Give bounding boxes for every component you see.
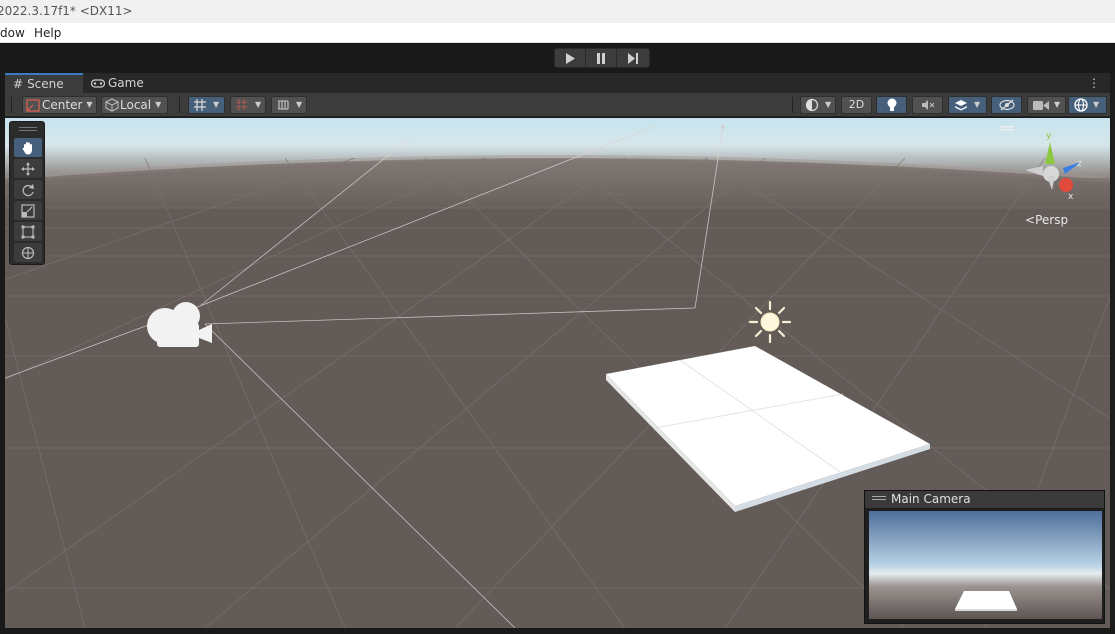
camera-preview-title: Main Camera xyxy=(891,492,971,506)
move-icon xyxy=(21,161,35,176)
directional-light-icon xyxy=(748,300,792,344)
move-tool-button[interactable] xyxy=(14,159,42,178)
gizmos-dropdown[interactable]: ▼ xyxy=(1068,96,1107,114)
hand-icon xyxy=(22,141,32,154)
menu-bar: dow Help xyxy=(0,23,1115,43)
lightbulb-icon xyxy=(887,98,896,111)
pivot-mode-label: Center xyxy=(42,98,83,112)
status-bar xyxy=(0,628,1115,634)
gizmo-x-label: x xyxy=(1068,192,1074,202)
chevron-down-icon: ▼ xyxy=(825,100,832,109)
rect-tool-button[interactable] xyxy=(14,222,42,241)
chevron-down-icon: ▼ xyxy=(255,100,262,109)
pivot-rotation-label: Local xyxy=(120,98,152,112)
pause-button[interactable] xyxy=(586,49,617,67)
more-options-icon[interactable]: ⋮ xyxy=(1088,76,1100,90)
2d-mode-toggle[interactable]: 2D xyxy=(841,96,872,114)
tab-scene[interactable]: # Scene xyxy=(5,73,83,93)
window-edge xyxy=(1110,73,1115,628)
draw-mode-dropdown[interactable]: ▼ xyxy=(800,96,836,114)
eye-slash-icon xyxy=(998,99,1015,111)
cube-icon xyxy=(105,98,119,112)
chevron-down-icon: ▼ xyxy=(86,100,93,109)
snap-increment-dropdown[interactable]: ▼ xyxy=(230,96,266,114)
camera-preview-overlay[interactable]: Main Camera xyxy=(864,490,1105,624)
shading-mode-icon xyxy=(805,98,819,112)
grid-icon: # xyxy=(13,77,24,91)
step-button[interactable] xyxy=(617,49,648,67)
tab-scene-label: Scene xyxy=(27,77,64,91)
grid-visibility-toggle[interactable]: ▼ xyxy=(188,96,225,114)
pivot-center-icon xyxy=(26,98,40,112)
gizmo-y-label: y xyxy=(1046,131,1052,141)
video-camera-icon xyxy=(1033,100,1049,110)
rect-transform-icon xyxy=(21,225,35,238)
scene-toolbar: Center ▼ Local ▼ ▼ ▼ ▼ ▼ 2D ▼ ▼ ▼ xyxy=(5,93,1110,117)
audio-mute-icon xyxy=(921,100,934,110)
menu-item-window[interactable]: dow xyxy=(0,23,25,43)
effects-layers-icon xyxy=(955,99,967,110)
panel-grip xyxy=(19,130,37,131)
projection-toggle[interactable]: <Persp xyxy=(1025,213,1068,227)
rotate-icon xyxy=(22,183,34,196)
pause-icon xyxy=(597,52,605,64)
plane-preview xyxy=(955,591,1017,609)
globe-gizmo-icon xyxy=(1074,98,1088,112)
scale-tool-button[interactable] xyxy=(14,201,42,220)
chevron-down-icon: ▼ xyxy=(296,100,303,109)
panel-grip xyxy=(19,127,37,128)
hidden-objects-toggle[interactable] xyxy=(991,96,1022,114)
grid-snapping-dropdown[interactable]: ▼ xyxy=(271,96,307,114)
window-title: 2022.3.17f1* <DX11> xyxy=(0,4,133,18)
chevron-down-icon: ▼ xyxy=(974,100,981,109)
lighting-toggle[interactable] xyxy=(876,96,907,114)
chevron-down-icon: ▼ xyxy=(155,100,162,109)
grip-icon xyxy=(872,496,886,497)
playmode-controls xyxy=(554,48,650,68)
effects-dropdown[interactable]: ▼ xyxy=(948,96,987,114)
toolbar-separator xyxy=(792,97,793,113)
menu-item-help[interactable]: Help xyxy=(34,23,61,43)
toolbar-grip xyxy=(11,97,12,113)
camera-settings-dropdown[interactable]: ▼ xyxy=(1027,96,1066,114)
play-icon xyxy=(566,52,575,64)
gamepad-icon xyxy=(90,74,106,94)
audio-toggle[interactable] xyxy=(912,96,943,114)
pivot-mode-dropdown[interactable]: Center ▼ xyxy=(22,96,97,114)
play-button[interactable] xyxy=(555,49,586,67)
scene-tab-bar: # Scene Game ⋮ xyxy=(5,73,1110,93)
projection-label: Persp xyxy=(1035,213,1069,227)
chevron-down-icon: ▼ xyxy=(1054,100,1061,109)
chevron-left-icon: < xyxy=(1025,213,1036,227)
window-titlebar: 2022.3.17f1* <DX11> xyxy=(0,0,1115,23)
gizmo-z-label: z xyxy=(1077,159,1082,169)
transform-tool-button[interactable] xyxy=(14,243,42,262)
transform-tools-panel xyxy=(9,121,45,265)
tab-game-label: Game xyxy=(108,76,144,90)
2d-mode-label: 2D xyxy=(848,98,865,111)
toolbar-separator xyxy=(179,97,180,113)
pivot-rotation-dropdown[interactable]: Local ▼ xyxy=(101,96,168,114)
chevron-down-icon: ▼ xyxy=(1093,100,1100,109)
rotate-tool-button[interactable] xyxy=(14,180,42,199)
camera-preview-header: Main Camera xyxy=(865,491,1104,508)
camera-preview-render xyxy=(869,511,1102,619)
transform-icon xyxy=(21,246,35,259)
align-grid-icon xyxy=(278,100,289,110)
hand-tool-button[interactable] xyxy=(14,138,42,157)
increment-snap-icon xyxy=(236,99,248,111)
step-icon xyxy=(627,52,638,64)
grid-snap-icon xyxy=(194,99,206,111)
play-toolbar xyxy=(0,43,1115,73)
tab-game[interactable]: Game xyxy=(83,73,153,93)
scale-icon xyxy=(21,203,35,218)
chevron-down-icon: ▼ xyxy=(213,100,220,109)
